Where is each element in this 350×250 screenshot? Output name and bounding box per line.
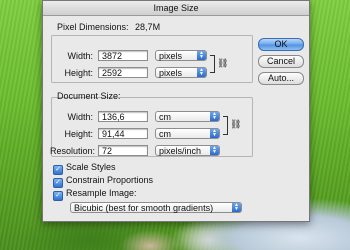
up-down-arrows-icon: ▲ ▼: [210, 112, 219, 121]
constrain-proportions-checkbox[interactable]: ✓ Constrain Proportions: [53, 175, 153, 188]
up-down-arrows-icon: ▲ ▼: [197, 51, 206, 60]
doc-width-unit-select[interactable]: cm ▲ ▼: [155, 111, 220, 122]
doc-width-label: Width:: [67, 112, 93, 122]
pixel-height-unit-select[interactable]: pixels ▲ ▼: [155, 67, 207, 78]
scale-styles-checkbox[interactable]: ✓ Scale Styles: [53, 162, 116, 175]
up-down-arrows-icon: ▲ ▼: [210, 129, 219, 138]
chain-link-icon: ⛓: [217, 58, 229, 68]
ok-button[interactable]: OK: [258, 38, 304, 51]
doc-width-field[interactable]: 136,6: [98, 111, 148, 122]
up-down-arrows-icon: ▲ ▼: [210, 146, 219, 155]
window-title: Image Size: [43, 1, 309, 16]
doc-constrain-bracket: [223, 116, 228, 135]
pixel-width-field[interactable]: 3872: [98, 50, 148, 61]
checkmark-icon: ✓: [53, 191, 63, 201]
resample-image-checkbox[interactable]: ✓ Resample Image:: [53, 188, 137, 201]
pixel-width-unit-select[interactable]: pixels ▲ ▼: [155, 50, 207, 61]
doc-height-label: Height:: [64, 129, 93, 139]
up-down-arrows-icon: ▲ ▼: [197, 68, 206, 77]
pixel-dimensions-size: 28,7M: [135, 22, 161, 32]
pixel-dimensions-title: Pixel Dimensions: 28,7M: [57, 22, 161, 32]
chain-link-icon: ⛓: [230, 119, 242, 129]
pixel-width-label: Width:: [67, 51, 93, 61]
up-down-arrows-icon: ▲ ▼: [232, 203, 241, 212]
resample-method-select[interactable]: Bicubic (best for smooth gradients) ▲ ▼: [70, 202, 242, 213]
pixel-constrain-bracket: [210, 55, 215, 73]
doc-height-unit-select[interactable]: cm ▲ ▼: [155, 128, 220, 139]
cancel-button[interactable]: Cancel: [258, 55, 304, 68]
pixel-height-field[interactable]: 2592: [98, 67, 148, 78]
resolution-label: Resolution:: [49, 146, 95, 156]
resolution-field[interactable]: 72: [98, 145, 148, 156]
checkmark-icon: ✓: [53, 165, 63, 175]
auto-button[interactable]: Auto...: [258, 72, 304, 85]
image-size-dialog: Image Size Pixel Dimensions: 28,7M Width…: [42, 0, 310, 222]
document-size-title: Document Size:: [57, 91, 121, 101]
checkmark-icon: ✓: [53, 178, 63, 188]
pixel-height-label: Height:: [64, 68, 93, 78]
doc-height-field[interactable]: 91,44: [98, 128, 148, 139]
resolution-unit-select[interactable]: pixels/inch ▲ ▼: [155, 145, 220, 156]
